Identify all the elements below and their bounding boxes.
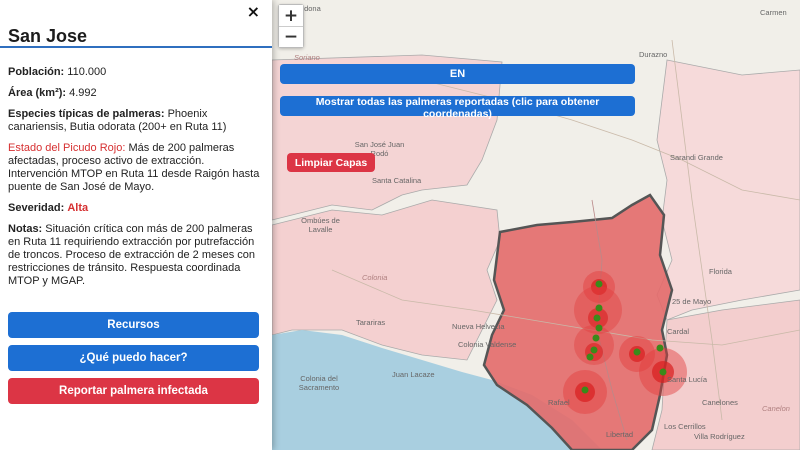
severity-row: Severidad: Alta	[8, 202, 264, 215]
place-label: Santa Catalina	[372, 176, 422, 185]
place-label: Los Cerrillos	[664, 422, 706, 431]
close-icon[interactable]: ×	[247, 2, 260, 21]
palm-tree-icon	[595, 324, 603, 332]
palm-tree-icon	[592, 334, 600, 342]
area-value: 4.992	[66, 87, 97, 99]
clear-layers-button[interactable]: Limpiar Capas	[287, 153, 375, 172]
palm-tree-icon	[633, 348, 641, 356]
population-value: 110.000	[64, 66, 107, 78]
palm-tree-icon	[586, 353, 594, 361]
place-label: Nueva Helvecia	[452, 322, 505, 331]
place-label: Canelones	[702, 398, 738, 407]
palm-tree-icon	[595, 280, 603, 288]
palm-tree-icon	[656, 344, 664, 352]
place-label: Carmen	[760, 8, 787, 17]
map-view[interactable]: Cardona Carmen Durazno Soriano San José …	[272, 0, 800, 450]
notes-label: Notas:	[8, 223, 43, 235]
place-label: Durazno	[639, 50, 668, 59]
place-label: Rafael	[548, 398, 570, 407]
zoom-in-button[interactable]: +	[279, 5, 303, 26]
place-label: Cardal	[667, 327, 690, 336]
place-label: Sarandi Grande	[670, 153, 723, 162]
area-row: Área (km²): 4.992	[8, 87, 264, 100]
place-label: Canelon	[762, 404, 790, 413]
info-sidebar: × San Jose Población: 110.000 Área (km²)…	[0, 0, 272, 450]
title-divider	[0, 46, 272, 48]
palm-tree-icon	[581, 386, 589, 394]
app-root: Cardona Carmen Durazno Soriano San José …	[0, 0, 800, 450]
show-all-palms-button[interactable]: Mostrar todas las palmeras reportadas (c…	[280, 96, 635, 120]
language-toggle-button[interactable]: EN	[280, 64, 635, 84]
place-label: Santa Lucía	[667, 375, 708, 384]
resources-button[interactable]: Recursos	[8, 312, 259, 338]
species-row: Especies típicas de palmeras: Phoenix ca…	[8, 108, 264, 134]
population-row: Población: 110.000	[8, 66, 264, 79]
severity-value: Alta	[67, 202, 89, 214]
severity-label: Severidad:	[8, 202, 65, 214]
place-label: Colonia Valdense	[458, 340, 517, 349]
population-label: Población:	[8, 66, 65, 78]
report-palm-button[interactable]: Reportar palmera infectada	[8, 378, 259, 404]
place-label: Florida	[709, 267, 732, 276]
place-label: Juan Lacaze	[392, 370, 435, 379]
status-row: Estado del Picudo Rojo: Más de 200 palme…	[8, 142, 264, 194]
place-label: Colonia del Sacramento	[298, 374, 340, 392]
notes-row: Notas: Situación crítica con más de 200 …	[8, 223, 264, 288]
department-title: San Jose	[8, 26, 88, 46]
place-label: Ombúes de Lavalle	[301, 216, 340, 234]
region-florida	[656, 59, 800, 321]
place-label: Soriano	[294, 53, 320, 62]
zoom-control: + −	[278, 4, 304, 48]
place-label: Villa Rodríguez	[694, 432, 745, 441]
notes-value: Situación crítica con más de 200 palmera…	[8, 223, 256, 287]
department-info: Población: 110.000 Área (km²): 4.992 Esp…	[8, 66, 264, 296]
place-label: Tarariras	[356, 318, 386, 327]
species-label: Especies típicas de palmeras:	[8, 108, 165, 120]
area-label: Área (km²):	[8, 87, 67, 99]
status-label: Estado del Picudo Rojo:	[8, 142, 126, 154]
zoom-out-button[interactable]: −	[279, 26, 303, 47]
place-label: Colonia	[362, 273, 388, 282]
palm-tree-icon	[659, 368, 667, 376]
palm-tree-icon	[595, 304, 603, 312]
place-label: 25 de Mayo	[672, 297, 712, 306]
palm-tree-icon	[593, 314, 601, 322]
palm-tree-icon	[590, 346, 598, 354]
what-can-i-do-button[interactable]: ¿Qué puedo hacer?	[8, 345, 259, 371]
place-label: Libertad	[606, 430, 634, 439]
